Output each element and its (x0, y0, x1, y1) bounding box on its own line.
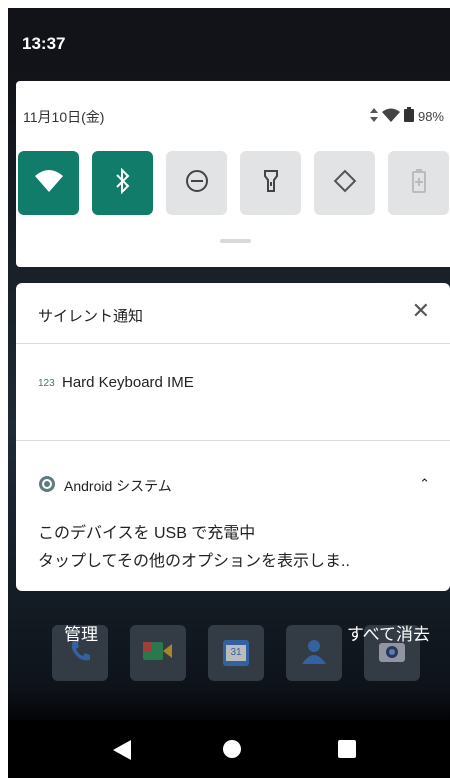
do-not-disturb-tile[interactable] (166, 151, 227, 215)
bluetooth-icon (115, 167, 131, 198)
silent-notifications-header: サイレント通知 ✕ (16, 283, 450, 344)
status-time: 13:37 (22, 34, 66, 53)
battery-icon (403, 107, 414, 125)
android-system-icon (38, 475, 56, 497)
silent-notifications-title: サイレント通知 (38, 308, 144, 325)
android-system-title: このデバイスを USB で充電中 (38, 525, 256, 542)
battery-saver-icon (411, 169, 426, 197)
back-icon[interactable] (113, 740, 131, 764)
data-arrows-icon (369, 107, 378, 125)
qs-date[interactable]: 11月10日(金) (23, 107, 104, 127)
contacts-icon (302, 638, 326, 668)
qs-status-icons: 98% (369, 107, 444, 125)
android-system-header: Android システム (38, 475, 172, 497)
collapse-chevron-icon[interactable]: ⌃ (419, 477, 430, 492)
do-not-disturb-icon (185, 169, 209, 197)
wifi-tile[interactable] (18, 151, 79, 215)
recents-icon[interactable] (338, 740, 356, 758)
wifi-status-icon (381, 108, 400, 125)
auto-rotate-tile[interactable] (314, 151, 375, 215)
keyboard-notification-title: Hard Keyboard IME (62, 374, 194, 391)
flashlight-icon (263, 169, 279, 197)
android-system-text: タップしてその他のオプションを表示しま.. (38, 553, 350, 570)
keyboard-notification[interactable]: 123 Hard Keyboard IME (16, 344, 450, 441)
quick-settings-panel: 11月10日(金) 98% (16, 81, 450, 267)
qs-tiles (18, 151, 449, 215)
wifi-icon (34, 170, 63, 196)
battery-saver-tile[interactable] (388, 151, 449, 215)
calendar-day: 31 (226, 645, 246, 661)
home-icon[interactable] (223, 740, 241, 758)
flashlight-tile[interactable] (240, 151, 301, 215)
meet-app[interactable] (130, 625, 186, 681)
clear-all-button[interactable]: すべて消去 (347, 620, 430, 645)
auto-rotate-icon (332, 168, 358, 198)
android-system-notification[interactable]: Android システム ⌃ このデバイスを USB で充電中 タップしてその他… (16, 441, 450, 591)
close-icon[interactable]: ✕ (412, 301, 430, 323)
bluetooth-tile[interactable] (92, 151, 153, 215)
android-system-app-name: Android システム (64, 478, 172, 494)
navigation-bar (8, 720, 450, 778)
keyboard-icon: 123 (38, 378, 55, 389)
meet-icon (143, 640, 173, 666)
qs-drag-handle[interactable] (220, 239, 251, 243)
calendar-app[interactable]: 31 (208, 625, 264, 681)
contacts-app[interactable] (286, 625, 342, 681)
manage-button[interactable]: 管理 (64, 620, 98, 645)
battery-percent: 98% (417, 108, 444, 124)
phone-screen: 13:37 11月10日(金) 98% サイレント通知 ✕ 123 Hard K… (8, 8, 450, 778)
calendar-icon: 31 (223, 640, 249, 666)
